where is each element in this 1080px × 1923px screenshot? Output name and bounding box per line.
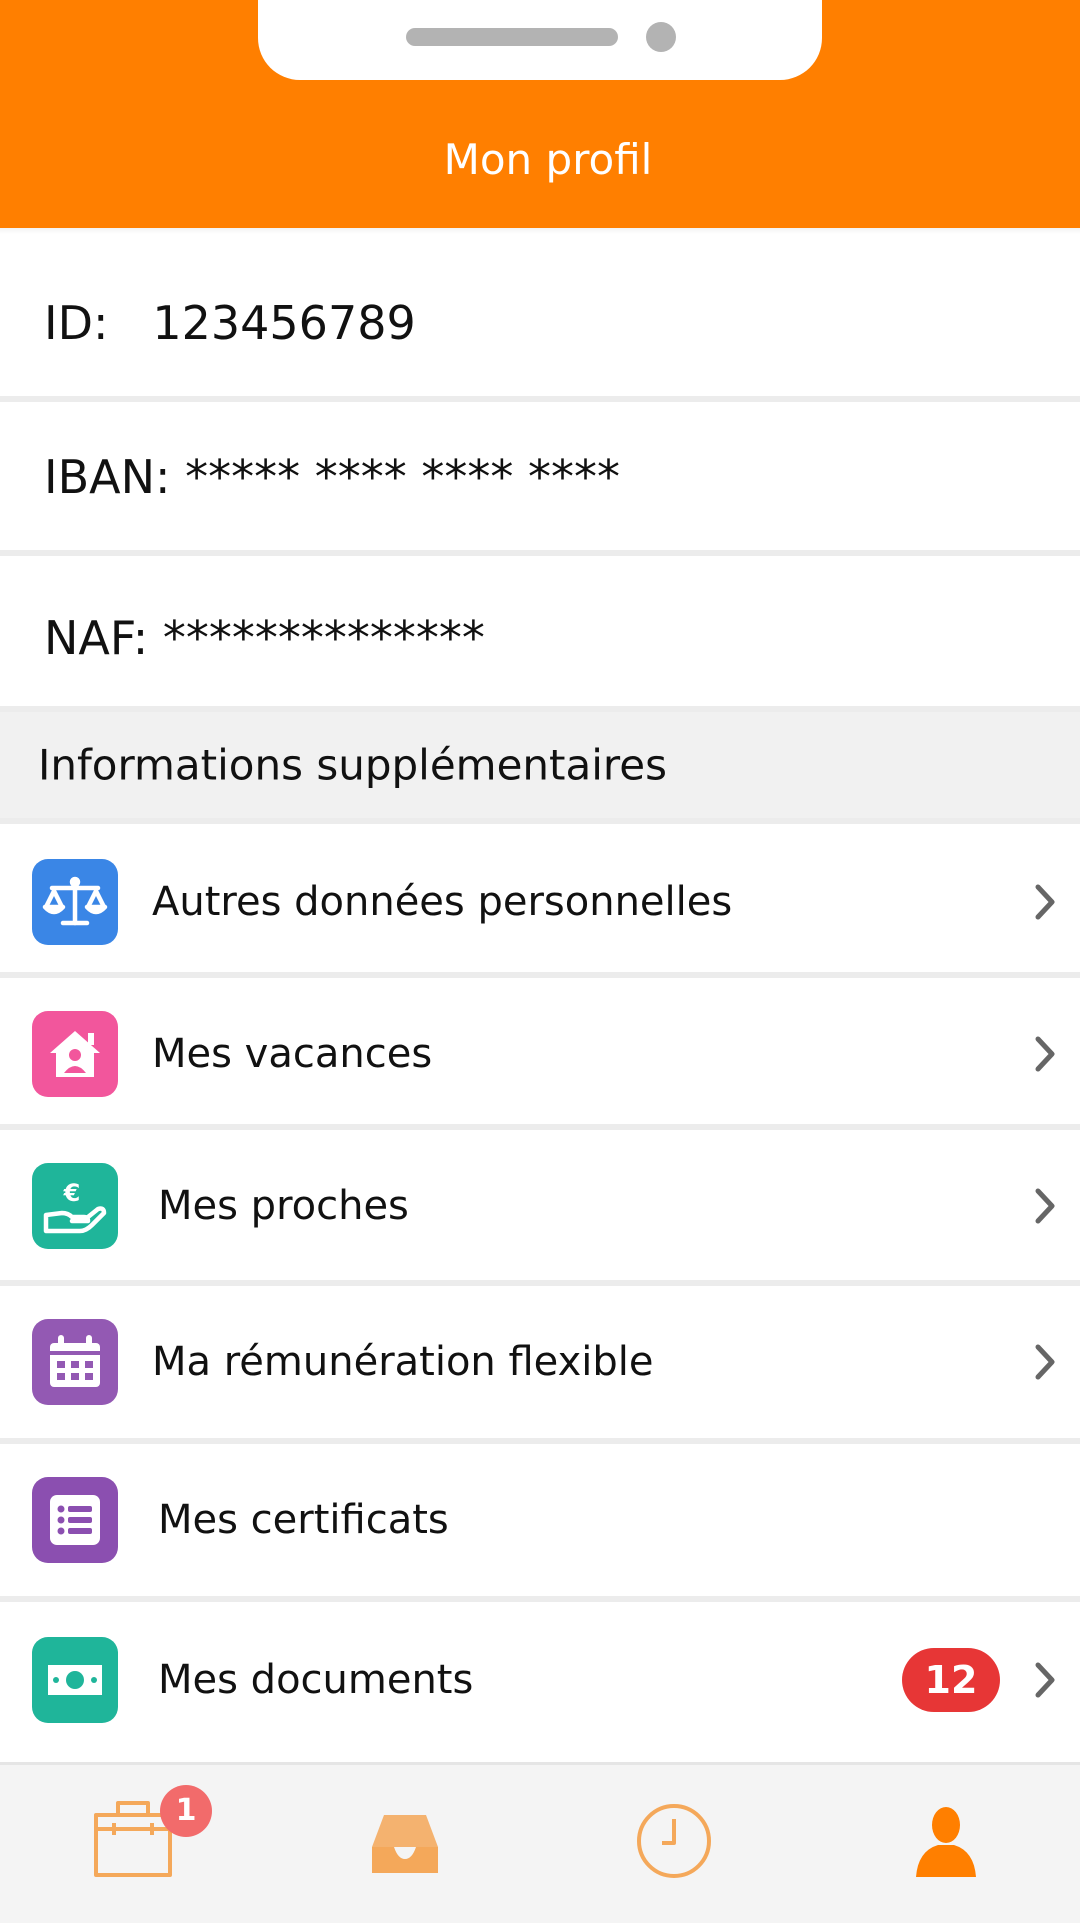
header-shadow bbox=[0, 228, 1080, 234]
list-icon bbox=[32, 1477, 118, 1563]
chevron-right-icon bbox=[1035, 1188, 1055, 1224]
bottom-tab-bar: 1 bbox=[0, 1762, 1080, 1923]
menu-item-label: Mes documents bbox=[158, 1657, 474, 1703]
profile-id: ID: 123456789 bbox=[44, 296, 416, 350]
menu-item-mes-certificats[interactable]: Mes certificats bbox=[0, 1444, 1080, 1596]
documents-count-badge: 12 bbox=[902, 1648, 1000, 1712]
menu-item-mes-documents[interactable]: Mes documents 12 bbox=[0, 1604, 1080, 1756]
euro-hand-icon: € bbox=[32, 1163, 118, 1249]
tab-inbox[interactable] bbox=[370, 1785, 490, 1895]
person-icon bbox=[916, 1807, 976, 1877]
house-person-icon bbox=[32, 1011, 118, 1097]
menu-item-mes-proches[interactable]: € Mes proches bbox=[0, 1130, 1080, 1282]
menu-item-remuneration-flexible[interactable]: Ma rémunération flexible bbox=[0, 1286, 1080, 1438]
profile-id-row: ID: 123456789 bbox=[0, 248, 1080, 398]
scales-icon bbox=[32, 859, 118, 945]
inbox-icon bbox=[372, 1815, 438, 1873]
section-header: Informations supplémentaires bbox=[0, 712, 1080, 818]
notification-badge: 1 bbox=[160, 1785, 212, 1837]
profile-naf-row: NAF: ************** bbox=[0, 556, 1080, 706]
chevron-right-icon bbox=[1035, 1036, 1055, 1072]
chevron-right-icon bbox=[1035, 884, 1055, 920]
menu-item-label: Mes certificats bbox=[158, 1497, 449, 1543]
banknote-icon bbox=[32, 1637, 118, 1723]
tab-clock[interactable] bbox=[634, 1785, 754, 1895]
profile-naf: NAF: ************** bbox=[44, 611, 485, 665]
chevron-right-icon bbox=[1035, 1344, 1055, 1380]
speaker-grille bbox=[406, 28, 618, 46]
divider bbox=[0, 818, 1080, 824]
tab-profile[interactable] bbox=[912, 1785, 1032, 1895]
calendar-icon bbox=[32, 1319, 118, 1405]
menu-item-label: Autres données personnelles bbox=[152, 879, 733, 925]
front-camera bbox=[646, 22, 676, 52]
menu-item-autres-donnees[interactable]: Autres données personnelles bbox=[0, 826, 1080, 978]
svg-text:€: € bbox=[63, 1179, 81, 1207]
menu-item-label: Mes vacances bbox=[152, 1031, 433, 1077]
menu-item-label: Mes proches bbox=[158, 1183, 409, 1229]
profile-iban-row: IBAN: ***** **** **** **** bbox=[0, 402, 1080, 552]
section-title: Informations supplémentaires bbox=[38, 740, 667, 790]
device-notch bbox=[258, 0, 822, 80]
clock-icon bbox=[637, 1804, 711, 1878]
page-title: Mon profil bbox=[443, 135, 653, 184]
menu-item-label: Ma rémunération flexible bbox=[152, 1339, 654, 1385]
profile-iban: IBAN: ***** **** **** **** bbox=[44, 450, 620, 504]
chevron-right-icon bbox=[1035, 1662, 1055, 1698]
divider bbox=[0, 1596, 1080, 1602]
tab-briefcase[interactable]: 1 bbox=[92, 1785, 212, 1895]
menu-item-mes-vacances[interactable]: Mes vacances bbox=[0, 978, 1080, 1130]
